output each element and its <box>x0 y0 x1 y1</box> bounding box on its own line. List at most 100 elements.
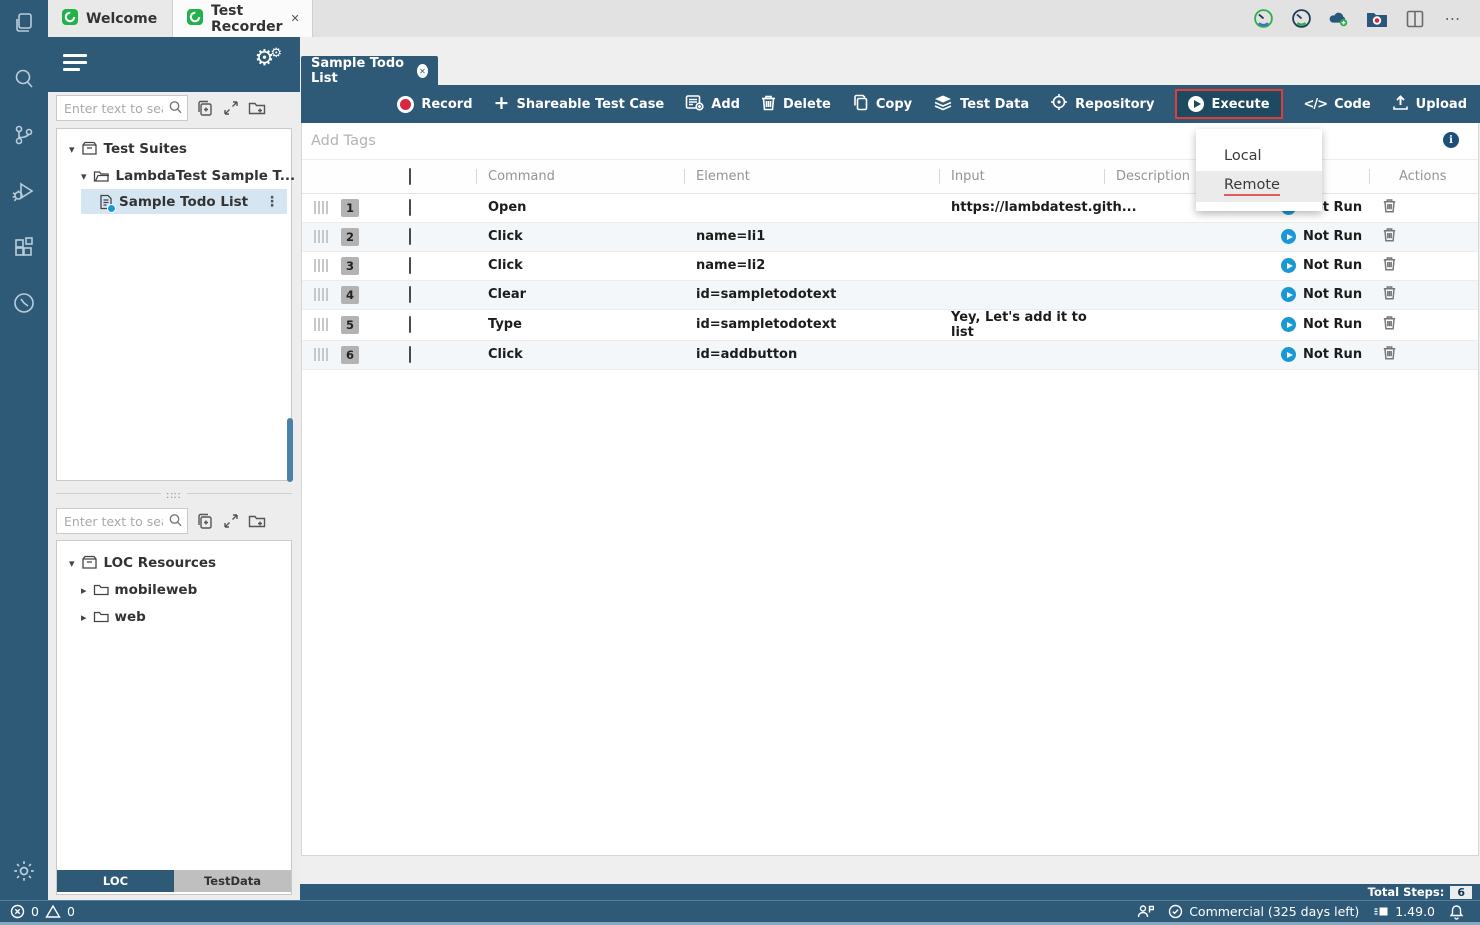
notifications-bell-icon[interactable] <box>1449 904 1464 920</box>
delete-step-icon[interactable] <box>1383 227 1396 242</box>
new-folder-icon[interactable] <box>247 99 266 118</box>
settings-gears-icon[interactable] <box>255 46 286 71</box>
cell-input[interactable] <box>939 340 1104 369</box>
more-actions-icon[interactable] <box>1442 8 1464 30</box>
copy-button[interactable]: Copy <box>852 94 912 115</box>
cell-description[interactable] <box>1104 309 1269 340</box>
cell-input[interactable]: https://lambdatest.gith... <box>939 193 1104 222</box>
expand-all-icon[interactable] <box>221 99 240 118</box>
cell-description[interactable] <box>1104 251 1269 280</box>
dashboard-gauge-icon[interactable] <box>1290 8 1312 30</box>
run-step-play-icon[interactable] <box>1281 347 1296 362</box>
add-button[interactable]: Add <box>685 94 740 115</box>
cloud-add-icon[interactable] <box>1328 8 1350 30</box>
shareable-test-case-button[interactable]: Shareable Test Case <box>494 96 665 113</box>
problems-summary[interactable]: 0 0 <box>0 904 75 919</box>
dropdown-item-remote[interactable]: Remote <box>1196 171 1322 202</box>
delete-step-icon[interactable] <box>1383 256 1396 271</box>
license-status[interactable]: Commercial (325 days left) <box>1168 904 1359 919</box>
drag-handle[interactable] <box>314 288 329 301</box>
cell-input[interactable]: Yey, Let's add it to list <box>939 309 1104 340</box>
doc-tab-close-icon[interactable] <box>417 64 428 78</box>
cell-element[interactable]: id=addbutton <box>684 340 939 369</box>
delete-step-icon[interactable] <box>1383 198 1396 213</box>
search-icon[interactable] <box>11 66 37 92</box>
cell-command[interactable]: Click <box>476 222 684 251</box>
row-checkbox[interactable] <box>409 286 411 303</box>
info-icon[interactable] <box>1443 132 1459 148</box>
duplicate-resource-icon[interactable] <box>195 512 214 531</box>
cell-element[interactable] <box>684 193 939 222</box>
cell-command[interactable]: Type <box>476 309 684 340</box>
tab-testdata[interactable]: TestData <box>174 870 291 892</box>
sidebar-scrollbar-thumb[interactable] <box>287 418 293 482</box>
row-checkbox[interactable] <box>409 257 411 274</box>
version-status[interactable]: 1.49.0 <box>1373 904 1435 919</box>
cell-description[interactable] <box>1104 280 1269 309</box>
tab-test-recorder[interactable]: Test Recorder <box>173 0 313 37</box>
settings-gear-icon[interactable] <box>11 858 37 884</box>
split-editor-icon[interactable] <box>1404 8 1426 30</box>
drag-handle[interactable] <box>314 201 329 214</box>
cell-command[interactable]: Clear <box>476 280 684 309</box>
run-step-play-icon[interactable] <box>1281 287 1296 302</box>
explorer-files-icon[interactable] <box>11 10 37 36</box>
close-tab-icon[interactable] <box>291 12 300 25</box>
run-step-play-icon[interactable] <box>1281 317 1296 332</box>
run-step-play-icon[interactable] <box>1281 229 1296 244</box>
caret-down-icon[interactable] <box>69 141 75 157</box>
row-checkbox[interactable] <box>409 199 411 216</box>
cell-command[interactable]: Click <box>476 251 684 280</box>
expand-all-icon[interactable] <box>221 512 240 531</box>
test-data-button[interactable]: Test Data <box>933 94 1029 115</box>
cell-description[interactable] <box>1104 222 1269 251</box>
folder-record-icon[interactable] <box>1366 8 1388 30</box>
cell-command[interactable]: Click <box>476 340 684 369</box>
delete-step-icon[interactable] <box>1383 345 1396 360</box>
cell-input[interactable] <box>939 222 1104 251</box>
delete-step-icon[interactable] <box>1383 315 1396 330</box>
drag-handle[interactable] <box>314 259 329 272</box>
new-folder-icon[interactable] <box>247 512 266 531</box>
caret-right-icon[interactable] <box>81 582 87 598</box>
cell-input[interactable] <box>939 251 1104 280</box>
drag-handle[interactable] <box>314 348 329 361</box>
tree-item-sample-todo-list[interactable]: Sample Todo List <box>81 189 287 214</box>
table-row[interactable]: 2 Click name=li1 Not Run <box>302 222 1478 251</box>
code-button[interactable]: Code <box>1304 97 1371 112</box>
dashboard-gauge-green-icon[interactable] <box>1252 8 1274 30</box>
source-control-icon[interactable] <box>11 122 37 148</box>
menu-hamburger-icon[interactable] <box>63 54 87 75</box>
caret-down-icon[interactable] <box>81 168 87 184</box>
drag-handle[interactable] <box>314 230 329 243</box>
row-checkbox[interactable] <box>409 228 411 245</box>
doc-tab-sample-todo-list[interactable]: Sample Todo List <box>301 56 438 86</box>
cell-element[interactable]: id=sampletodotext <box>684 280 939 309</box>
drag-handle[interactable] <box>314 318 329 331</box>
tree-item-suite-folder[interactable]: LambdaTest Sample T... <box>57 162 291 189</box>
feedback-person-icon[interactable] <box>1137 904 1154 919</box>
tab-welcome[interactable]: Welcome <box>48 0 173 37</box>
item-menu-kebab-icon[interactable] <box>265 194 279 210</box>
test-history-icon[interactable] <box>11 290 37 316</box>
tree-item-web[interactable]: web <box>57 603 291 630</box>
cell-element[interactable]: name=li2 <box>684 251 939 280</box>
tree-item-mobileweb[interactable]: mobileweb <box>57 576 291 603</box>
extensions-icon[interactable] <box>11 234 37 260</box>
repository-button[interactable]: Repository <box>1050 93 1154 115</box>
upload-button[interactable]: Upload <box>1392 94 1467 115</box>
cell-element[interactable]: name=li1 <box>684 222 939 251</box>
table-row[interactable]: 4 Clear id=sampletodotext Not Run <box>302 280 1478 309</box>
row-checkbox[interactable] <box>409 346 411 363</box>
panel-resize-handle[interactable] <box>56 487 292 499</box>
cell-element[interactable]: id=sampletodotext <box>684 309 939 340</box>
select-all-checkbox[interactable] <box>409 168 411 185</box>
caret-right-icon[interactable] <box>81 609 87 625</box>
delete-step-icon[interactable] <box>1383 285 1396 300</box>
dropdown-item-local[interactable]: Local <box>1196 140 1322 171</box>
run-step-play-icon[interactable] <box>1281 258 1296 273</box>
tree-item-loc-resources[interactable]: LOC Resources <box>57 549 291 576</box>
delete-button[interactable]: Delete <box>761 94 831 115</box>
table-row[interactable]: 6 Click id=addbutton Not Run <box>302 340 1478 369</box>
cell-input[interactable] <box>939 280 1104 309</box>
